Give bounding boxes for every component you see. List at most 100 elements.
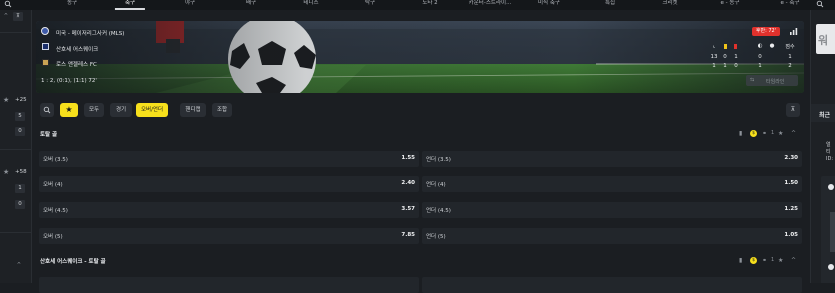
right-sidebar: 워 최근 얼티 ID: <box>810 10 835 283</box>
link-icon[interactable]: ⚭ <box>762 256 767 265</box>
tab-match[interactable]: 경기 <box>110 103 132 117</box>
half-icon: ◐ <box>757 43 763 49</box>
score-badge: 0 <box>15 127 25 136</box>
nav-item-cricket[interactable]: 크리켓 <box>662 0 677 10</box>
under-5-button[interactable]: 언더 (5) 1.05 <box>422 228 802 244</box>
link-icon[interactable]: ⚭ <box>762 129 767 138</box>
collapse-button[interactable]: ⊼ <box>13 12 23 21</box>
stats-icon[interactable]: ▮ <box>739 129 742 138</box>
star-icon[interactable]: ★ <box>778 129 783 138</box>
selection-label: 오버 (4.5) <box>43 208 68 214</box>
market-section-header[interactable]: 토탈 골 ▮ $ ⚭ 1 ★ ^ <box>36 129 804 139</box>
star-icon[interactable]: ★ <box>3 96 9 104</box>
nav-item-volleyball[interactable]: 배구 <box>246 0 256 10</box>
chevron-up-icon[interactable]: ⌃ <box>16 261 22 269</box>
tab-handicap[interactable]: 핸디캡 <box>180 103 206 117</box>
odds-value: 2.40 <box>401 180 415 186</box>
score-badge: 1 <box>15 184 25 193</box>
selection-label: 오버 (5) <box>43 234 63 240</box>
nav-item-soccer[interactable]: 축구 <box>114 0 146 10</box>
nav-item-table-tennis[interactable]: 탁구 <box>365 0 375 10</box>
search-icon[interactable] <box>4 0 12 8</box>
away-corners: 1 <box>712 63 716 69</box>
odds-value: 1.25 <box>784 206 798 212</box>
tab-all[interactable]: 모두 <box>84 103 104 117</box>
timeline-label: 타임라인 <box>766 78 785 85</box>
link-count: 1 <box>771 257 775 263</box>
away-red: 0 <box>734 63 738 69</box>
timeline-button[interactable]: ⇆ 타임라인 <box>746 75 798 86</box>
market-row-partial[interactable] <box>39 277 419 293</box>
score-column-label: 점수 <box>785 44 795 50</box>
nav-item-basketball[interactable]: 농구 <box>67 0 77 10</box>
nav-item-dota2[interactable]: 도타 2 <box>422 0 437 10</box>
star-icon[interactable]: ★ <box>778 256 783 265</box>
over-4-button[interactable]: 오버 (4) 2.40 <box>39 176 419 192</box>
over-4.5-button[interactable]: 오버 (4.5) 3.57 <box>39 202 419 218</box>
chevron-up-icon[interactable]: ^ <box>791 256 796 265</box>
nav-item-american-football[interactable]: 미식 축구 <box>538 0 560 10</box>
promo-card[interactable]: 워 <box>816 24 835 54</box>
collapse-all-button[interactable]: ⊼ <box>786 103 800 117</box>
chevron-up-icon[interactable]: ⌃ <box>3 12 9 20</box>
odds-value: 1.05 <box>784 232 798 238</box>
section-title: 산호세 어스퀘이크 - 토탈 골 <box>40 259 106 265</box>
odds-value: 3.57 <box>401 206 415 212</box>
stats-icon[interactable]: ▮ <box>739 256 742 265</box>
score-badge: 0 <box>15 200 25 209</box>
over-3.5-button[interactable]: 오버 (3.5) 1.55 <box>39 151 419 167</box>
market-row-partial[interactable] <box>422 277 802 293</box>
score-info: 1 : 2, (0:1), (1:1) 72' <box>41 78 97 84</box>
search-icon <box>43 106 51 114</box>
selection-label: 언더 (4) <box>426 182 446 188</box>
home-half: 0 <box>758 54 762 60</box>
home-team-logo <box>42 43 49 50</box>
selection-label: 오버 (4) <box>43 182 63 188</box>
league-name[interactable]: 미국 - 메이저리그사커 (MLS) <box>56 29 124 37</box>
boost-icon[interactable]: $ <box>750 257 757 264</box>
nav-item-counter-strike[interactable]: 카운터-스트라이... <box>469 0 512 10</box>
timeline-icon: ⇆ <box>750 77 755 83</box>
under-4.5-button[interactable]: 언더 (4.5) 1.25 <box>422 202 802 218</box>
home-team-name[interactable]: 산호세 어스퀘이크 <box>56 45 98 53</box>
over-5-button[interactable]: 오버 (5) 7.85 <box>39 228 419 244</box>
selection-label: 언더 (3.5) <box>426 157 451 163</box>
recent-header: 최근 <box>811 104 835 122</box>
match-banner: 미국 - 메이저리그사커 (MLS) 산호세 어스퀘이크 로스 앤젤레스 FC … <box>36 21 804 93</box>
stats-icon[interactable] <box>790 28 798 35</box>
search-icon[interactable] <box>816 0 824 8</box>
star-icon[interactable]: ★ <box>3 168 9 176</box>
boost-icon[interactable]: $ <box>750 130 757 137</box>
favorites-tab[interactable]: ★ <box>60 103 78 117</box>
away-score: 2 <box>788 63 792 69</box>
nav-item-special[interactable]: 특집 <box>605 0 615 10</box>
chevron-up-icon[interactable]: ^ <box>791 129 796 138</box>
divider <box>0 32 31 33</box>
away-yellow: 1 <box>723 63 727 69</box>
market-count: +25 <box>15 97 27 103</box>
section-title: 토탈 골 <box>40 132 58 138</box>
bet-slip-card[interactable] <box>821 176 835 283</box>
nav-item-label: 축구 <box>124 0 136 6</box>
scrollbar[interactable] <box>830 212 835 252</box>
nav-item-e-soccer[interactable]: e - 축구 <box>781 0 800 10</box>
us-flag-icon <box>41 27 49 35</box>
tab-combo[interactable]: 조합 <box>212 103 232 117</box>
under-4-button[interactable]: 언더 (4) 1.50 <box>422 176 802 192</box>
recent-id: ID: <box>826 156 834 162</box>
nav-item-baseball[interactable]: 야구 <box>185 0 195 10</box>
top-nav: 농구 축구 야구 배구 테니스 탁구 도타 2 카운터-스트라이... 미식 축… <box>0 0 835 10</box>
avatar <box>828 184 834 190</box>
market-section-header[interactable]: 산호세 어스퀘이크 - 토탈 골 ▮ $ ⚭ 1 ★ ^ <box>36 256 804 266</box>
away-team-name[interactable]: 로스 앤젤레스 FC <box>56 60 97 68</box>
market-count: +58 <box>15 169 27 175</box>
active-tab-indicator <box>114 8 146 10</box>
left-sidebar: ⌃ ⊼ ★ +25 5 0 ★ +58 1 0 ⌃ <box>0 10 32 283</box>
nav-item-tennis[interactable]: 테니스 <box>303 0 318 10</box>
under-3.5-button[interactable]: 언더 (3.5) 2.30 <box>422 151 802 167</box>
selection-label: 언더 (4.5) <box>426 208 451 214</box>
nav-item-e-basketball[interactable]: e - 농구 <box>721 0 740 10</box>
tab-over-under[interactable]: 오버/언더 <box>136 103 168 117</box>
score-badge: 5 <box>15 112 25 121</box>
search-button[interactable] <box>40 103 54 117</box>
